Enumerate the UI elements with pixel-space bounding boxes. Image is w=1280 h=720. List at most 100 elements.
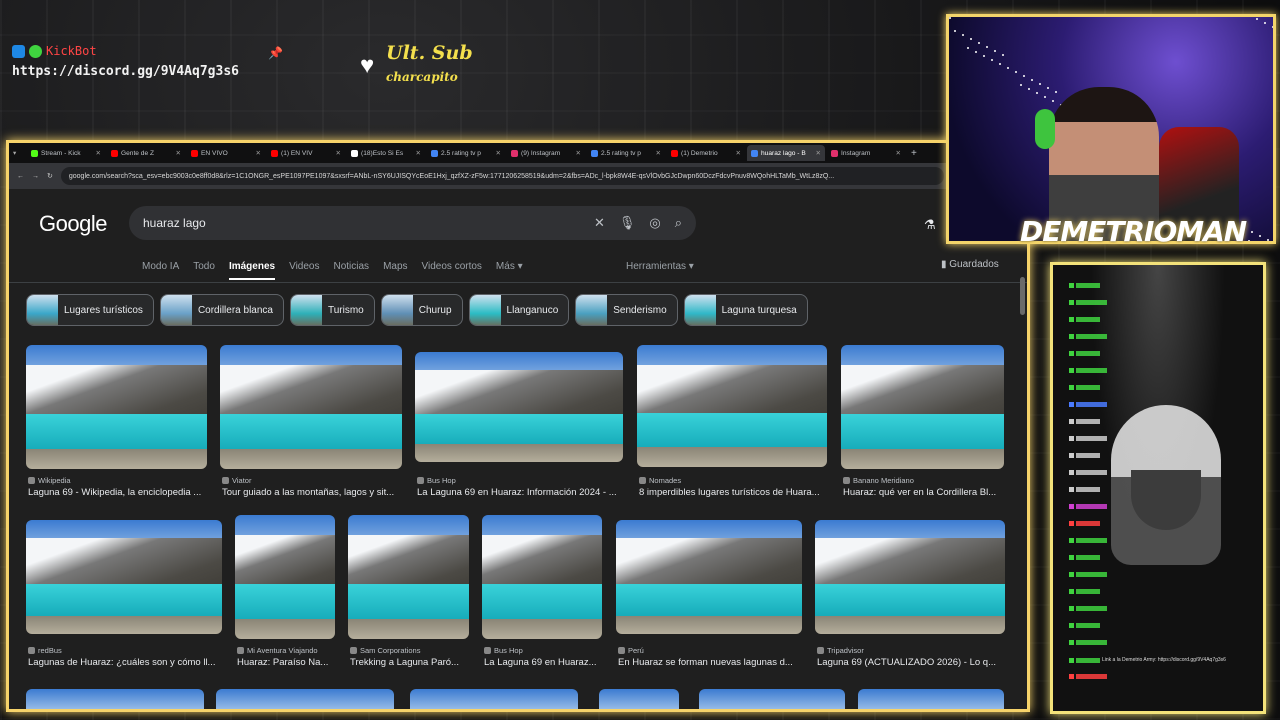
image-result[interactable]	[216, 689, 394, 709]
result-source[interactable]: Bus Hop	[417, 476, 456, 485]
chat-message	[1069, 674, 1107, 679]
close-tab-icon[interactable]: ✕	[255, 149, 261, 157]
star	[983, 55, 985, 57]
result-source[interactable]: Banano Meridiano	[843, 476, 914, 485]
close-tab-icon[interactable]: ✕	[815, 149, 821, 157]
result-source[interactable]: Perú	[618, 646, 644, 655]
image-result[interactable]	[841, 345, 1004, 469]
photo-shore	[616, 615, 802, 634]
browser-tab[interactable]: huaraz lago - B ✕	[747, 145, 825, 161]
close-tab-icon[interactable]: ✕	[335, 149, 341, 157]
close-tab-icon[interactable]: ✕	[495, 149, 501, 157]
result-source[interactable]: Nomades	[639, 476, 681, 485]
labs-icon[interactable]: ⚗	[924, 217, 936, 233]
scrollbar[interactable]	[1020, 277, 1025, 315]
filter-chip[interactable]: Turismo	[289, 294, 375, 326]
result-title[interactable]: Lagunas de Huaraz: ¿cuáles son y cómo ll…	[28, 657, 224, 668]
nav-tab[interactable]: Videos	[289, 261, 319, 280]
image-result[interactable]	[348, 515, 469, 639]
result-source[interactable]: Mi Aventura Viajando	[237, 646, 318, 655]
nav-tab[interactable]: Imágenes	[228, 261, 276, 280]
browser-tab[interactable]: (9) Instagram ✕	[507, 145, 585, 161]
nav-tab[interactable]: Más ▾	[496, 261, 523, 280]
result-title[interactable]: Huaraz: qué ver en la Cordillera Bl...	[843, 487, 1006, 498]
lens-icon[interactable]: ◎	[649, 215, 660, 231]
close-tab-icon[interactable]: ✕	[655, 149, 661, 157]
image-result[interactable]	[26, 520, 222, 634]
url-field[interactable]: google.com/search?sca_esv=ebc9003c0e8ff0…	[60, 167, 944, 185]
result-title[interactable]: Laguna 69 (ACTUALIZADO 2026) - Lo q...	[817, 657, 1007, 668]
result-title[interactable]: Laguna 69 - Wikipedia, la enciclopedia .…	[28, 487, 209, 498]
browser-window: ▾ Stream - Kick ✕ Gente de Z ✕ EN VIVO ✕ (1) E…	[6, 140, 1030, 712]
close-tab-icon[interactable]: ✕	[175, 149, 181, 157]
filter-chip[interactable]: Churup	[380, 294, 463, 326]
filter-chip[interactable]: Cordillera blanca	[159, 294, 284, 326]
browser-tab[interactable]: 2.5 rating tv p ✕	[587, 145, 665, 161]
result-title[interactable]: 8 imperdibles lugares turísticos de Huar…	[639, 487, 829, 498]
tab-search-icon[interactable]: ▾	[13, 149, 25, 157]
image-result[interactable]	[637, 345, 827, 467]
browser-tab[interactable]: Instagram ✕	[827, 145, 905, 161]
nav-tab[interactable]: Noticias	[333, 261, 369, 280]
image-result[interactable]	[220, 345, 402, 469]
nav-tab[interactable]: Modo IA	[142, 261, 179, 280]
result-source[interactable]: Bus Hop	[484, 646, 523, 655]
browser-tab[interactable]: (1) EN VIV ✕	[267, 145, 345, 161]
nav-tab[interactable]: Todo	[193, 261, 215, 280]
browser-tab[interactable]: Stream - Kick ✕	[27, 145, 105, 161]
new-tab-button[interactable]: +	[911, 148, 917, 159]
image-result[interactable]	[26, 345, 207, 469]
browser-tab[interactable]: (18)Esto Si Es ✕	[347, 145, 425, 161]
close-tab-icon[interactable]: ✕	[895, 149, 901, 157]
image-result[interactable]	[235, 515, 335, 639]
image-result[interactable]	[26, 689, 204, 709]
image-result[interactable]	[415, 352, 623, 462]
image-result[interactable]	[410, 689, 578, 709]
mic-icon[interactable]: 🎙	[619, 215, 636, 231]
forward-icon[interactable]: →	[32, 173, 39, 180]
result-title[interactable]: La Laguna 69 en Huaraz...	[484, 657, 604, 668]
browser-tab[interactable]: EN VIVO ✕	[187, 145, 265, 161]
search-input[interactable]: huaraz lago	[143, 216, 580, 230]
result-source[interactable]: Sam Corporations	[350, 646, 420, 655]
search-box[interactable]: huaraz lago ✕ 🎙 ◎ ⌕	[129, 206, 696, 240]
result-title[interactable]: Trekking a Laguna Paró...	[350, 657, 471, 668]
image-result[interactable]	[858, 689, 1004, 709]
browser-tab[interactable]: 2.5 rating tv p ✕	[427, 145, 505, 161]
search-icon[interactable]: ⌕	[675, 215, 682, 231]
nav-tab[interactable]: Maps	[383, 261, 407, 280]
chat-message	[1069, 334, 1107, 339]
close-tab-icon[interactable]: ✕	[415, 149, 421, 157]
filter-chip[interactable]: Senderismo	[575, 294, 678, 326]
result-source[interactable]: Tripadvisor	[817, 646, 864, 655]
filter-chip[interactable]: Lugares turísticos	[26, 294, 154, 326]
image-result[interactable]	[616, 520, 802, 634]
tools-menu[interactable]: Herramientas ▾	[626, 261, 694, 272]
result-title[interactable]: Huaraz: Paraíso Na...	[237, 657, 337, 668]
source-favicon-icon	[237, 647, 244, 654]
result-title[interactable]: En Huaraz se forman nuevas lagunas d...	[618, 657, 804, 668]
browser-tab[interactable]: Gente de Z ✕	[107, 145, 185, 161]
image-result[interactable]	[699, 689, 845, 709]
browser-tab[interactable]: (1) Demetrio ✕	[667, 145, 745, 161]
nav-tab[interactable]: Videos cortos	[422, 261, 482, 280]
close-tab-icon[interactable]: ✕	[735, 149, 741, 157]
filter-chip[interactable]: Llanganuco	[468, 294, 570, 326]
saved-link[interactable]: ▮ Guardados	[941, 259, 999, 270]
back-icon[interactable]: ←	[17, 173, 24, 180]
image-result[interactable]	[815, 520, 1005, 634]
result-title[interactable]: Tour guiado a las montañas, lagos y sit.…	[222, 487, 404, 498]
source-name: Bus Hop	[427, 476, 456, 485]
result-source[interactable]: Viator	[222, 476, 251, 485]
clear-icon[interactable]: ✕	[594, 215, 605, 231]
image-result[interactable]	[482, 515, 602, 639]
result-source[interactable]: Wikipedia	[28, 476, 71, 485]
filter-chip[interactable]: Laguna turquesa	[683, 294, 808, 326]
result-title[interactable]: La Laguna 69 en Huaraz: Información 2024…	[417, 487, 625, 498]
close-tab-icon[interactable]: ✕	[95, 149, 101, 157]
result-source[interactable]: redBus	[28, 646, 62, 655]
google-logo[interactable]: Google	[39, 211, 107, 237]
reload-icon[interactable]: ↻	[47, 172, 53, 180]
close-tab-icon[interactable]: ✕	[575, 149, 581, 157]
image-result[interactable]	[599, 689, 679, 709]
